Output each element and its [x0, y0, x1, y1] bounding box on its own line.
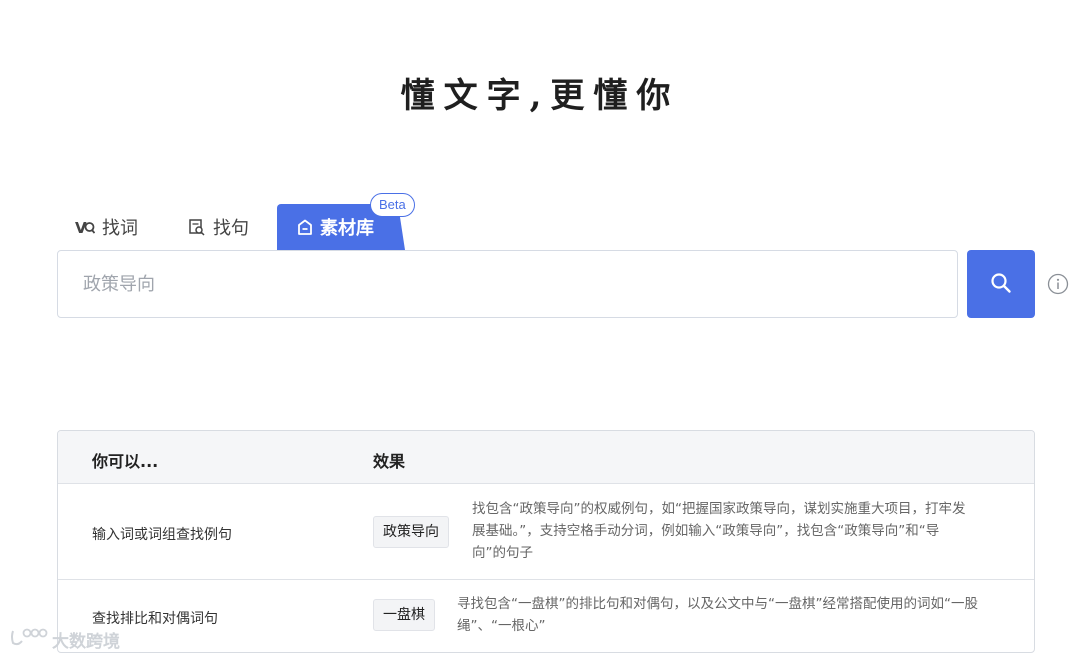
tip-action-text: 输入词或词组查找例句 [92, 527, 232, 543]
watermark-logo-icon [10, 627, 52, 652]
search-box [57, 250, 958, 318]
word-search-icon: V [75, 219, 95, 235]
search-icon [990, 272, 1012, 297]
beta-badge: Beta [370, 193, 415, 217]
page-slogan: 懂文字,更懂你 [400, 76, 680, 116]
sample-query-button[interactable]: 一盘棋 [373, 599, 435, 631]
tab-sentence-search[interactable]: 找句 [188, 204, 249, 250]
tips-table-header: 你可以... 效果 [58, 431, 1034, 484]
header-you-can: 你可以... [92, 452, 159, 471]
search-input[interactable] [58, 251, 957, 317]
watermark: 大数跨境 [10, 627, 120, 652]
tab-word-search[interactable]: V 找词 [75, 204, 138, 250]
table-row: 查找排比和对偶词句 一盘棋 寻找包含“一盘棋”的排比句和对偶句，以及公文中与“一… [58, 581, 1034, 652]
tab-sentence-label: 找句 [213, 218, 249, 239]
search-button[interactable] [967, 250, 1035, 318]
sample-query-button[interactable]: 政策导向 [373, 516, 449, 548]
material-library-icon [297, 219, 313, 236]
tip-action-text: 查找排比和对偶词句 [92, 611, 218, 627]
header-effect: 效果 [373, 452, 406, 471]
info-icon[interactable] [1047, 273, 1069, 295]
tab-word-label: 找词 [102, 218, 138, 239]
tip-effect-text: 寻找包含“一盘棋”的排比句和对偶句，以及公文中与“一盘棋”经常搭配使用的词如“一… [457, 596, 978, 634]
table-row: 输入词或词组查找例句 政策导向 找包含“政策导向”的权威例句，如“把握国家政策导… [58, 484, 1034, 580]
tip-effect-text: 找包含“政策导向”的权威例句，如“把握国家政策导向，谋划实施重大项目，打牢发展基… [472, 501, 966, 561]
tab-material-label: 素材库 [320, 218, 374, 239]
usage-tips-table: 你可以... 效果 输入词或词组查找例句 政策导向 找包含“政策导向”的权威例句… [57, 430, 1035, 653]
watermark-text: 大数跨境 [52, 632, 120, 652]
sentence-search-icon [188, 218, 206, 236]
